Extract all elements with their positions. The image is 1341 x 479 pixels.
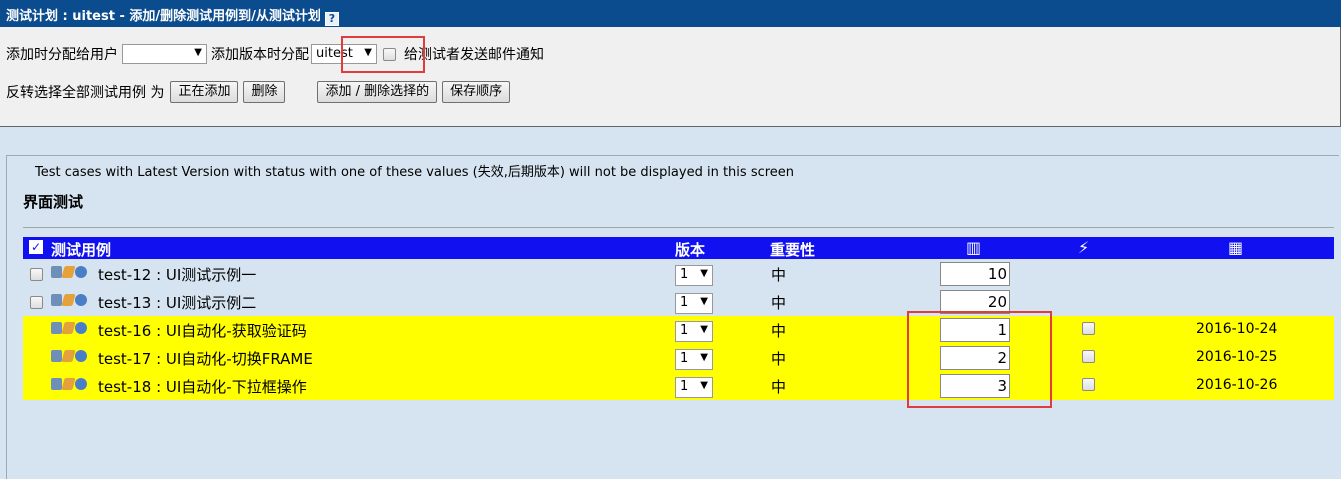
version-value: 1: [680, 351, 689, 366]
version-select[interactable]: 1 ▼: [675, 349, 713, 370]
order-input[interactable]: 20: [940, 290, 1010, 314]
help-icon[interactable]: ?: [324, 12, 339, 26]
action-row: 反转选择全部测试用例 为 正在添加 删除 添加 / 删除选择的 保存顺序: [6, 81, 515, 103]
table-row: test-13 : UI测试示例二 1 ▼ 中 20: [23, 288, 1334, 316]
edit-icon[interactable]: [61, 378, 76, 390]
row-icons: [51, 266, 87, 278]
assign-user-label: 添加时分配给用户: [6, 47, 118, 63]
chevron-down-icon: ▼: [700, 352, 708, 363]
adding-button[interactable]: 正在添加: [170, 81, 239, 103]
window-titlebar: 测试计划 : uitest - 添加/删除测试用例到/从测试计划?: [0, 0, 1341, 27]
select-all-checkbox[interactable]: ✓: [29, 240, 43, 254]
version-select[interactable]: 1 ▼: [675, 293, 713, 314]
notify-label: 给测试者发送邮件通知: [404, 47, 544, 63]
row-icons: [51, 350, 87, 362]
test-case-name[interactable]: test-17 : UI自动化-切换FRAME: [98, 348, 313, 369]
importance-value: 中: [771, 266, 787, 284]
order-input[interactable]: 10: [940, 262, 1010, 286]
chevron-down-icon: ▼: [700, 380, 708, 391]
document-icon[interactable]: [51, 350, 62, 362]
header-test-case: 测试用例: [51, 241, 112, 259]
urgency-checkbox[interactable]: [1082, 322, 1095, 335]
toggle-all-label[interactable]: 反转选择全部测试用例 为: [6, 82, 164, 102]
edit-icon[interactable]: [61, 266, 76, 278]
row-icons: [51, 378, 87, 390]
date-value: 2016-10-26: [1196, 377, 1278, 393]
info-icon[interactable]: [75, 350, 87, 362]
table-row: test-12 : UI测试示例一 1 ▼ 中 10: [23, 260, 1334, 288]
assign-user-select[interactable]: ▼: [122, 44, 207, 64]
version-value: 1: [680, 323, 689, 338]
urgency-checkbox[interactable]: [1082, 378, 1095, 391]
version-value: 1: [680, 379, 689, 394]
edit-icon[interactable]: [61, 294, 76, 306]
row-checkbox[interactable]: [30, 296, 43, 309]
row-checkbox[interactable]: [30, 268, 43, 281]
info-icon[interactable]: [75, 266, 87, 278]
urgency-checkbox[interactable]: [1082, 350, 1095, 363]
importance-value: 中: [771, 378, 787, 396]
test-case-name[interactable]: test-13 : UI测试示例二: [98, 292, 256, 313]
importance-value: 中: [771, 350, 787, 368]
test-case-name[interactable]: test-18 : UI自动化-下拉框操作: [98, 376, 307, 397]
plug-icon: ⚡: [1078, 238, 1090, 257]
version-select[interactable]: 1 ▼: [675, 265, 713, 286]
version-select[interactable]: 1 ▼: [675, 377, 713, 398]
chevron-down-icon: ▼: [700, 296, 708, 307]
row-icons: [51, 322, 87, 334]
row-icons: [51, 294, 87, 306]
build-select[interactable]: uitest ▼: [311, 44, 377, 64]
header-importance: 重要性: [770, 241, 816, 259]
calendar-icon: ▦: [1228, 238, 1244, 257]
test-case-panel: Test cases with Latest Version with stat…: [6, 155, 1339, 479]
section-title: 界面测试: [23, 193, 84, 211]
add-remove-selected-button[interactable]: 添加 / 删除选择的: [317, 81, 438, 103]
section-divider: [23, 227, 1334, 228]
info-icon[interactable]: [75, 294, 87, 306]
document-icon[interactable]: [51, 322, 62, 334]
header-version: 版本: [675, 241, 706, 259]
chevron-down-icon: ▼: [700, 268, 708, 279]
importance-value: 中: [771, 322, 787, 340]
document-icon[interactable]: [51, 378, 62, 390]
page-title: 测试计划 : uitest - 添加/删除测试用例到/从测试计划: [6, 9, 321, 24]
document-icon[interactable]: [51, 294, 62, 306]
edit-icon[interactable]: [61, 350, 76, 362]
table-header: ✓ 测试用例 版本 重要性 ▥ ⚡ ▦: [23, 237, 1334, 259]
order-input[interactable]: 3: [940, 374, 1010, 398]
version-value: 1: [680, 267, 689, 282]
table-row-added: test-17 : UI自动化-切换FRAME 1 ▼ 中 2 2016-10-2…: [23, 344, 1334, 372]
assignment-row: 添加时分配给用户 ▼ 添加版本时分配 uitest ▼ 给测试者发送邮件通知: [6, 44, 544, 64]
chevron-down-icon: ▼: [700, 324, 708, 335]
version-value: 1: [680, 295, 689, 310]
status-note: Test cases with Latest Version with stat…: [35, 165, 795, 180]
chevron-down-icon: ▼: [364, 47, 372, 58]
importance-value: 中: [771, 294, 787, 312]
controls-panel: 添加时分配给用户 ▼ 添加版本时分配 uitest ▼ 给测试者发送邮件通知 反转…: [0, 27, 1341, 127]
order-input[interactable]: 2: [940, 346, 1010, 370]
test-case-name[interactable]: test-12 : UI测试示例一: [98, 264, 256, 285]
version-select[interactable]: 1 ▼: [675, 321, 713, 342]
info-icon[interactable]: [75, 322, 87, 334]
edit-icon[interactable]: [61, 322, 76, 334]
table-row-added: test-18 : UI自动化-下拉框操作 1 ▼ 中 3 2016-10-26: [23, 372, 1334, 400]
build-value: uitest: [316, 46, 353, 61]
date-value: 2016-10-24: [1196, 321, 1278, 337]
chevron-down-icon: ▼: [194, 47, 202, 58]
notify-checkbox[interactable]: [383, 47, 396, 61]
order-columns-icon: ▥: [966, 238, 982, 257]
test-case-name[interactable]: test-16 : UI自动化-获取验证码: [98, 320, 307, 341]
build-label: 添加版本时分配: [211, 47, 309, 63]
info-icon[interactable]: [75, 378, 87, 390]
save-order-button[interactable]: 保存顺序: [442, 81, 511, 103]
order-input[interactable]: 1: [940, 318, 1010, 342]
document-icon[interactable]: [51, 266, 62, 278]
delete-button[interactable]: 删除: [243, 81, 286, 103]
date-value: 2016-10-25: [1196, 349, 1278, 365]
table-row-added: test-16 : UI自动化-获取验证码 1 ▼ 中 1 2016-10-24: [23, 316, 1334, 344]
